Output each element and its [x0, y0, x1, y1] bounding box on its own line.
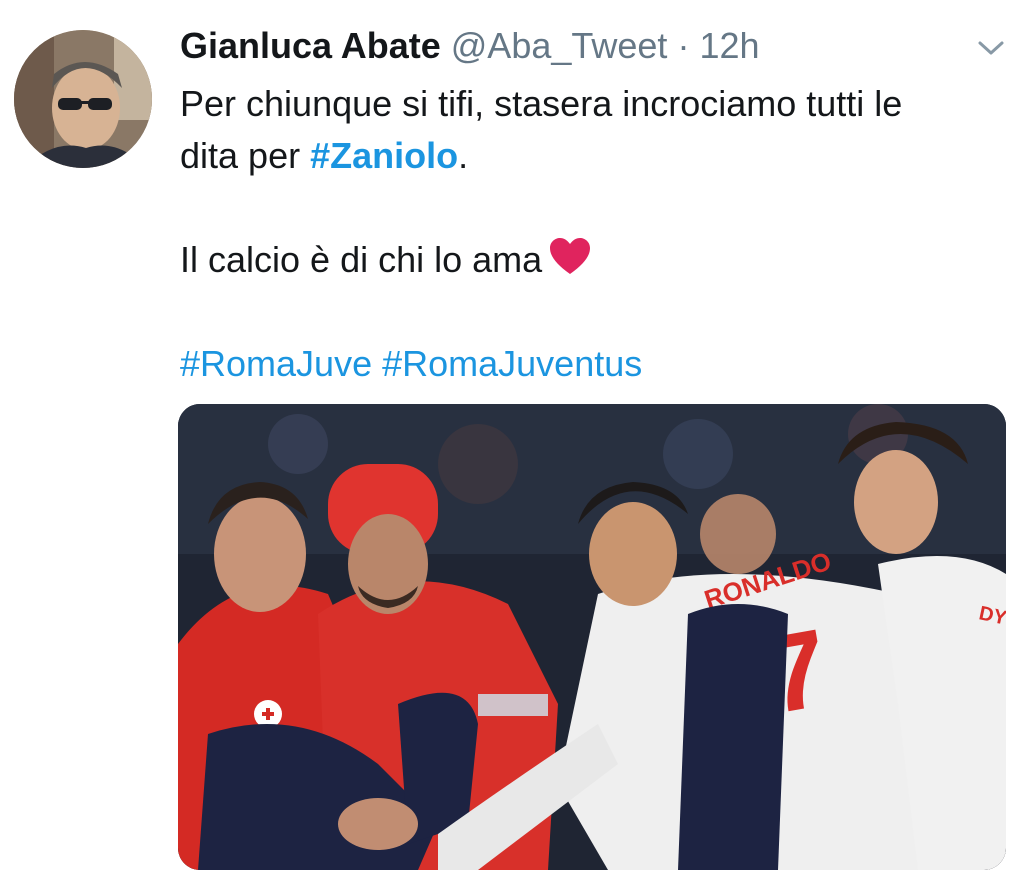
tweet-line-2-text: dita per — [180, 135, 311, 176]
tweet-body: Per chiunque si tifi, stasera incrociamo… — [180, 78, 1010, 390]
love-text: Il calcio è di chi lo ama — [180, 239, 543, 280]
hashtag-zaniolo[interactable]: #Zaniolo — [310, 135, 458, 176]
tweet-timestamp[interactable]: 12h — [699, 25, 759, 66]
tweet-line-2-suffix: . — [458, 135, 469, 176]
author-avatar[interactable] — [14, 30, 152, 168]
hashtag-romajuventus[interactable]: #RomaJuventus — [382, 343, 642, 384]
tweet-header: Gianluca Abate @Aba_Tweet · 12h — [180, 24, 760, 68]
avatar-photo — [14, 30, 152, 168]
match-photo: RONALDO 7 DYBALA — [178, 404, 1006, 870]
chevron-down-icon — [978, 41, 1004, 55]
tweet-line-1: Per chiunque si tifi, stasera incrociamo… — [180, 83, 903, 124]
author-handle[interactable]: @Aba_Tweet — [451, 25, 668, 66]
tweet-menu-button[interactable] — [976, 38, 1006, 58]
hashtag-line: #RomaJuve #RomaJuventus — [180, 338, 1010, 390]
red-heart-icon — [550, 238, 591, 274]
header-separator: · — [677, 25, 690, 66]
hashtag-romajuve[interactable]: #RomaJuve — [180, 343, 372, 384]
tweet-line-love: Il calcio è di chi lo ama — [180, 234, 1010, 286]
author-name[interactable]: Gianluca Abate — [180, 25, 441, 66]
tweet-media-image[interactable]: RONALDO 7 DYBALA — [178, 404, 1006, 870]
tweet-line-2: dita per #Zaniolo. — [180, 130, 1010, 182]
